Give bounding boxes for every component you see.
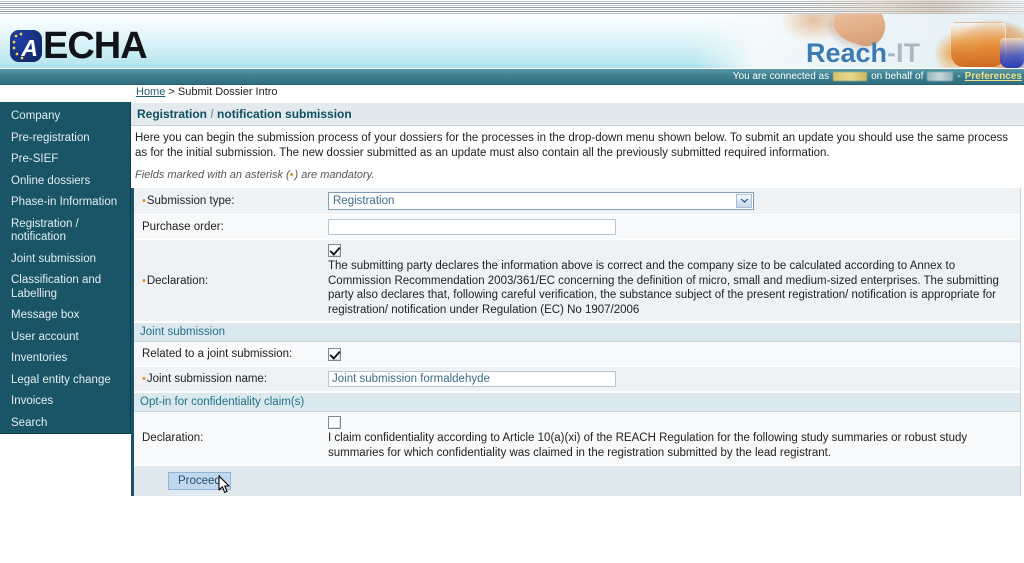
sidebar-nav: Company Pre-registration Pre-SIEF Online… [0, 102, 131, 434]
joint-name-label: Joint submission name: [146, 373, 268, 385]
breadcrumb: Home > Submit Dossier Intro [136, 86, 278, 98]
purchase-order-input[interactable] [328, 219, 616, 235]
form-actions-row: Proceed [134, 465, 1020, 496]
username-redacted [833, 72, 868, 81]
proceed-button[interactable]: Proceed [168, 472, 231, 490]
required-asterisk-icon: • [142, 195, 146, 207]
logo-letter-a: A [21, 35, 38, 61]
mandatory-note-post: ) are mandatory. [294, 169, 375, 181]
blue-flask-icon [1000, 38, 1024, 68]
purchase-order-control-cell [324, 215, 1020, 239]
top-decorative-band [0, 0, 1024, 15]
confidentiality-declaration-text: I claim confidentiality according to Art… [328, 432, 968, 459]
required-asterisk-icon: • [142, 373, 146, 385]
on-behalf-of-label: on behalf of [871, 71, 924, 82]
chevron-down-icon[interactable] [736, 194, 752, 208]
row-submission-type: • Submission type: Registration [134, 188, 1020, 215]
reach-it-word-1: Reach [805, 38, 887, 68]
related-joint-control-cell [324, 342, 1020, 366]
submission-form: • Submission type: Registration Purchase … [131, 188, 1021, 496]
confidentiality-label-cell: Declaration: [134, 412, 324, 464]
page-title-part1: Registration [137, 107, 208, 121]
declaration-label: Declaration: [146, 274, 209, 287]
declaration-checkbox[interactable] [328, 244, 341, 257]
row-declaration-main: • Declaration: The submitting party decla… [134, 240, 1020, 322]
company-redacted [927, 72, 954, 81]
row-joint-submission-name: • Joint submission name: [134, 367, 1020, 392]
reach-it-word-2: -IT [887, 38, 920, 68]
sidebar-item-joint-submission[interactable]: Joint submission [0, 249, 130, 271]
related-joint-label-cell: Related to a joint submission: [134, 342, 324, 366]
row-confidentiality-declaration: Declaration: I claim confidentiality acc… [134, 412, 1020, 465]
site-banner: A ECHA Reach-IT [0, 14, 1024, 68]
related-joint-checkbox[interactable] [328, 347, 341, 361]
breadcrumb-home-link[interactable]: Home [136, 86, 165, 98]
purchase-order-label: Purchase order: [142, 221, 224, 233]
sidebar-item-message-box[interactable]: Message box [0, 305, 130, 327]
echa-logo-text: ECHA [43, 25, 148, 67]
page-title-part2: notification submission [217, 107, 352, 121]
confidentiality-declaration-label: Declaration: [142, 432, 204, 444]
joint-name-control-cell [324, 367, 1020, 391]
declaration-text: The submitting party declares the inform… [328, 260, 999, 316]
submission-type-selected-value: Registration [333, 195, 395, 207]
connection-status-bar: You are connected as on behalf of - Pref… [0, 68, 1024, 85]
sidebar-item-company[interactable]: Company [0, 106, 130, 128]
connected-as-label: You are connected as [732, 71, 830, 82]
orange-flask-icon [950, 22, 1006, 68]
page-title-slash: / [210, 107, 214, 121]
submission-type-label: Submission type: [146, 195, 235, 207]
mandatory-note-pre: Fields marked with an asterisk ( [135, 169, 290, 181]
breadcrumb-current: Submit Dossier Intro [177, 86, 278, 98]
page-root: A ECHA Reach-IT You are connected as on … [0, 0, 1024, 563]
breadcrumb-separator: > [168, 86, 175, 98]
joint-submission-name-input[interactable] [328, 371, 616, 387]
sidebar-item-classification-and-labelling[interactable]: Classification and Labelling [0, 270, 130, 305]
declaration-control-cell: The submitting party declares the inform… [324, 240, 1020, 321]
joint-name-label-cell: • Joint submission name: [134, 367, 324, 391]
submission-type-select[interactable]: Registration [328, 192, 754, 210]
mandatory-fields-note: Fields marked with an asterisk (•) are m… [131, 163, 1024, 188]
submission-type-label-cell: • Submission type: [134, 188, 324, 214]
confidentiality-section-heading: Opt-in for confidentiality claim(s) [134, 392, 1020, 412]
joint-submission-section-heading: Joint submission [134, 322, 1020, 342]
mandatory-asterisk-icon: • [289, 169, 294, 181]
declaration-label-cell: • Declaration: [134, 240, 324, 321]
sidebar-item-user-account[interactable]: User account [0, 327, 130, 349]
echa-logo-mark-icon: A [10, 30, 42, 62]
page-title: Registration / notification submission [131, 102, 1024, 126]
echa-logo[interactable]: A ECHA [10, 25, 148, 67]
top-band-photo-edge [784, 0, 1024, 14]
submission-type-control-cell: Registration [324, 188, 1020, 214]
purchase-order-label-cell: Purchase order: [134, 215, 324, 239]
sidebar-item-online-dossiers[interactable]: Online dossiers [0, 171, 130, 193]
sidebar-item-search[interactable]: Search [0, 413, 130, 435]
confidentiality-control-cell: I claim confidentiality according to Art… [324, 412, 1020, 464]
sidebar-item-invoices[interactable]: Invoices [0, 391, 130, 413]
status-separator: - [957, 71, 961, 82]
sidebar-item-inventories[interactable]: Inventories [0, 348, 130, 370]
preferences-link[interactable]: Preferences [965, 71, 1022, 82]
main-content: Registration / notification submission H… [131, 102, 1024, 496]
row-purchase-order: Purchase order: [134, 215, 1020, 240]
required-asterisk-icon: • [142, 274, 146, 287]
confidentiality-checkbox[interactable] [328, 416, 341, 429]
intro-paragraph: Here you can begin the submission proces… [135, 132, 1009, 159]
related-joint-label: Related to a joint submission: [142, 348, 293, 360]
sidebar-item-phase-in-information[interactable]: Phase-in Information [0, 192, 130, 214]
sidebar-item-pre-registration[interactable]: Pre-registration [0, 128, 130, 150]
reach-it-wordmark: Reach-IT [806, 40, 920, 67]
sidebar-item-registration-notification[interactable]: Registration / notification [0, 214, 130, 249]
sidebar-item-pre-sief[interactable]: Pre-SIEF [0, 149, 130, 171]
row-related-joint-submission: Related to a joint submission: [134, 342, 1020, 367]
sidebar-item-legal-entity-change[interactable]: Legal entity change [0, 370, 130, 392]
